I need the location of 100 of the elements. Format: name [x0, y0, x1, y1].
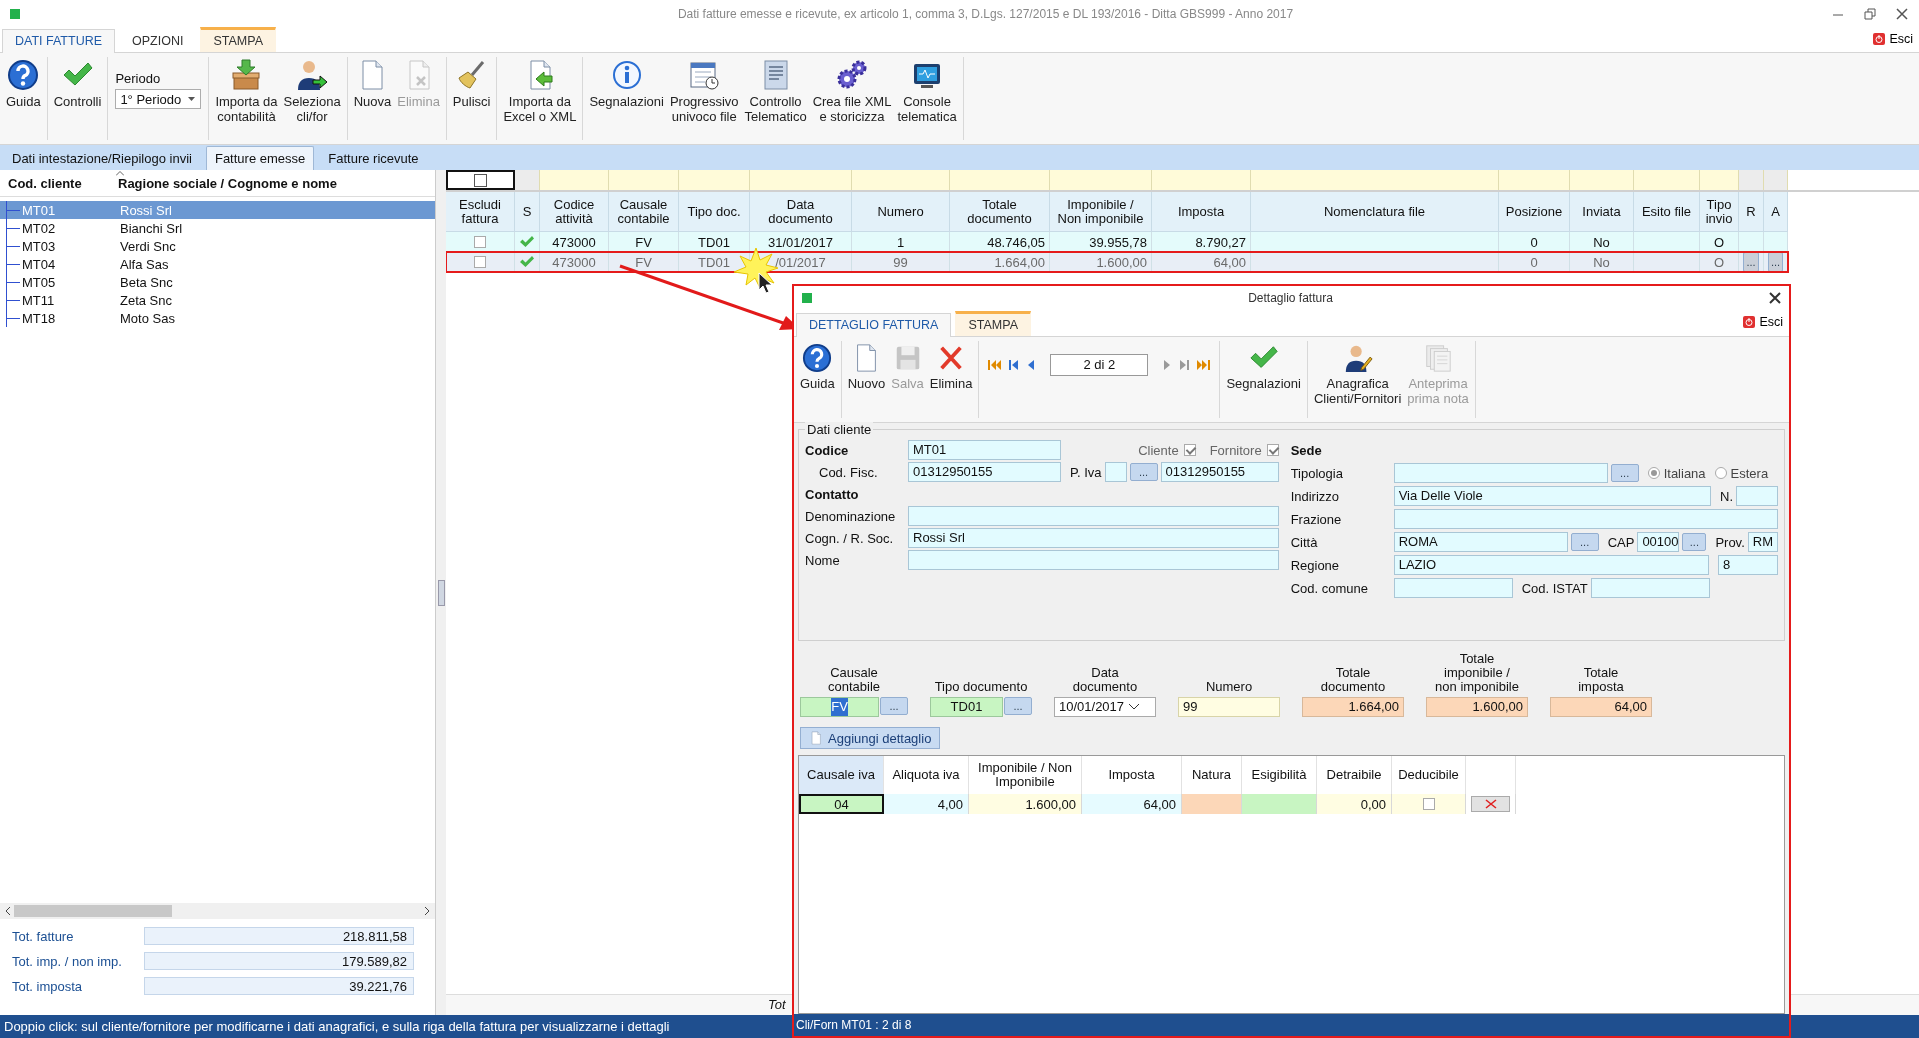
delete-row-button[interactable] — [1471, 796, 1510, 812]
table-cell[interactable]: 04 — [799, 794, 884, 814]
column-header[interactable]: Imponibile / Non imponibile — [1050, 192, 1152, 232]
exclude-checkbox[interactable] — [474, 236, 486, 248]
exclude-checkbox[interactable] — [474, 256, 486, 268]
toolbar-button[interactable]: Progressivo univoco file — [666, 57, 742, 140]
select-all-checkbox[interactable] — [474, 173, 487, 187]
table-cell[interactable]: 64,00 — [1082, 794, 1182, 814]
table-cell[interactable]: 4,00 — [884, 794, 969, 814]
filter-cell[interactable] — [609, 170, 679, 190]
text-field[interactable] — [1393, 578, 1513, 598]
column-header[interactable]: Numero — [852, 192, 950, 232]
text-field[interactable] — [908, 550, 1279, 570]
client-row[interactable]: MT02 Bianchi Srl — [0, 219, 435, 237]
restore-icon[interactable] — [1863, 7, 1877, 21]
toolbar-button[interactable]: Nuovo — [844, 341, 889, 418]
invoice-row[interactable]: 473000 FV TD01 31/01/2017 1 48.746,05 39.955,78 8.790,27 0 No O — [446, 232, 1788, 252]
client-row[interactable]: MT11 Zeta Snc — [0, 291, 435, 309]
column-header[interactable]: Data documento — [750, 192, 852, 232]
column-header[interactable]: Codice attività — [540, 192, 609, 232]
text-field[interactable]: Rossi Srl — [908, 528, 1279, 548]
first-record-icon[interactable] — [988, 358, 1003, 371]
ribbon-tab[interactable]: DETTAGLIO FATTURA — [796, 313, 952, 337]
filter-cell[interactable] — [515, 170, 540, 190]
toolbar-button[interactable]: Guida — [797, 341, 838, 418]
filter-cell[interactable] — [1251, 170, 1499, 190]
filter-cell[interactable] — [679, 170, 750, 190]
column-header[interactable]: Causale iva — [799, 756, 884, 794]
code-field[interactable]: MT01 — [908, 440, 1061, 460]
province-field[interactable]: RM — [1747, 532, 1778, 552]
column-header[interactable]: Nomenclatura file — [1251, 192, 1499, 232]
filter-cell[interactable] — [1050, 170, 1152, 190]
country-field[interactable] — [1104, 462, 1127, 482]
filter-cell[interactable] — [1152, 170, 1251, 190]
toolbar-button[interactable]: Anagrafica Clienti/Fornitori — [1310, 341, 1405, 418]
page-tab[interactable]: Fatture ricevute — [320, 147, 427, 170]
column-header[interactable]: Esito file — [1634, 192, 1700, 232]
toolbar-button[interactable]: Importa da contabilità — [212, 57, 281, 140]
toolbar-button[interactable]: Pulisci — [449, 57, 494, 140]
checkbox[interactable] — [1422, 798, 1435, 810]
text-field[interactable] — [908, 506, 1279, 526]
text-field[interactable] — [1393, 509, 1778, 529]
region-field[interactable]: LAZIO — [1393, 555, 1709, 575]
vat-field[interactable]: 01312950155 — [1160, 462, 1279, 482]
document-field[interactable]: 99 — [1178, 697, 1280, 717]
filter-cell[interactable] — [1700, 170, 1739, 190]
address-field[interactable]: Via Delle Viole — [1393, 486, 1711, 506]
city-field[interactable]: ROMA — [1393, 532, 1568, 552]
page-tab[interactable]: Fatture emesse — [205, 146, 315, 170]
column-header[interactable]: R — [1739, 192, 1764, 232]
number-field[interactable] — [1736, 486, 1778, 506]
column-header[interactable]: A — [1764, 192, 1788, 232]
ellipsis-button[interactable]: ... — [1682, 533, 1707, 551]
close-icon[interactable] — [1769, 292, 1781, 304]
table-cell[interactable]: 0,00 — [1317, 794, 1392, 814]
splitter-handle[interactable] — [438, 580, 445, 606]
page-tab[interactable]: Dati intestazione/Riepilogo invii — [4, 147, 200, 170]
checkbox[interactable] — [1183, 444, 1196, 456]
filter-cell[interactable] — [750, 170, 852, 190]
toolbar-button[interactable]: Controlli — [50, 57, 105, 140]
document-field[interactable]: 64,00 — [1550, 697, 1652, 717]
toolbar-button[interactable]: Guida — [3, 57, 44, 140]
toolbar-button[interactable]: Crea file XML e storicizza — [809, 57, 895, 140]
close-icon[interactable] — [1895, 7, 1909, 21]
toolbar-button[interactable]: Controllo Telematico — [741, 57, 810, 140]
exit-button[interactable]: Esci — [1737, 312, 1789, 334]
last-record-icon[interactable] — [1196, 358, 1211, 371]
column-header[interactable]: Imposta — [1152, 192, 1251, 232]
toolbar-button[interactable]: Nuova — [350, 57, 395, 140]
column-header[interactable]: S — [515, 192, 540, 232]
ribbon-tab[interactable]: OPZIONI — [119, 29, 197, 52]
radio-button[interactable] — [1647, 467, 1660, 479]
ellipsis-button[interactable]: ... — [1004, 697, 1032, 715]
region-code-field[interactable]: 8 — [1718, 555, 1778, 575]
scroll-right-icon[interactable] — [423, 906, 431, 916]
column-header[interactable]: Inviata — [1570, 192, 1634, 232]
ellipsis-button[interactable]: ... — [1743, 252, 1759, 272]
column-header[interactable]: Posizione — [1499, 192, 1570, 232]
client-row[interactable]: MT05 Beta Snc — [0, 273, 435, 291]
ellipsis-button[interactable]: ... — [1768, 252, 1783, 272]
document-field[interactable]: 1.600,00 — [1426, 697, 1528, 717]
ellipsis-button[interactable]: ... — [1129, 463, 1158, 481]
toolbar-button[interactable]: Console telematica — [894, 57, 960, 140]
column-header[interactable]: Ragione sociale / Cognome e nome — [118, 175, 337, 191]
scroll-left-icon[interactable] — [4, 906, 12, 916]
filter-cell[interactable] — [1499, 170, 1570, 190]
text-field[interactable] — [1590, 578, 1710, 598]
document-field[interactable]: TD01 — [930, 697, 1003, 717]
period-dropdown[interactable]: 1° Periodo — [115, 89, 202, 109]
ellipsis-button[interactable]: ... — [1570, 533, 1599, 551]
client-row[interactable]: MT04 Alfa Sas — [0, 255, 435, 273]
ribbon-tab[interactable]: STAMPA — [955, 311, 1031, 336]
toolbar-button[interactable]: Segnalazioni — [1223, 341, 1304, 418]
filter-cell[interactable] — [540, 170, 609, 190]
filter-cell[interactable] — [950, 170, 1050, 190]
toolbar-button[interactable]: Seleziona cli/for — [280, 57, 344, 140]
client-row[interactable]: MT18 Moto Sas — [0, 309, 435, 327]
column-header[interactable]: Escludi fattura — [446, 192, 515, 232]
previous-icon[interactable] — [1026, 358, 1037, 371]
column-header[interactable]: Cod. cliente — [0, 175, 118, 191]
